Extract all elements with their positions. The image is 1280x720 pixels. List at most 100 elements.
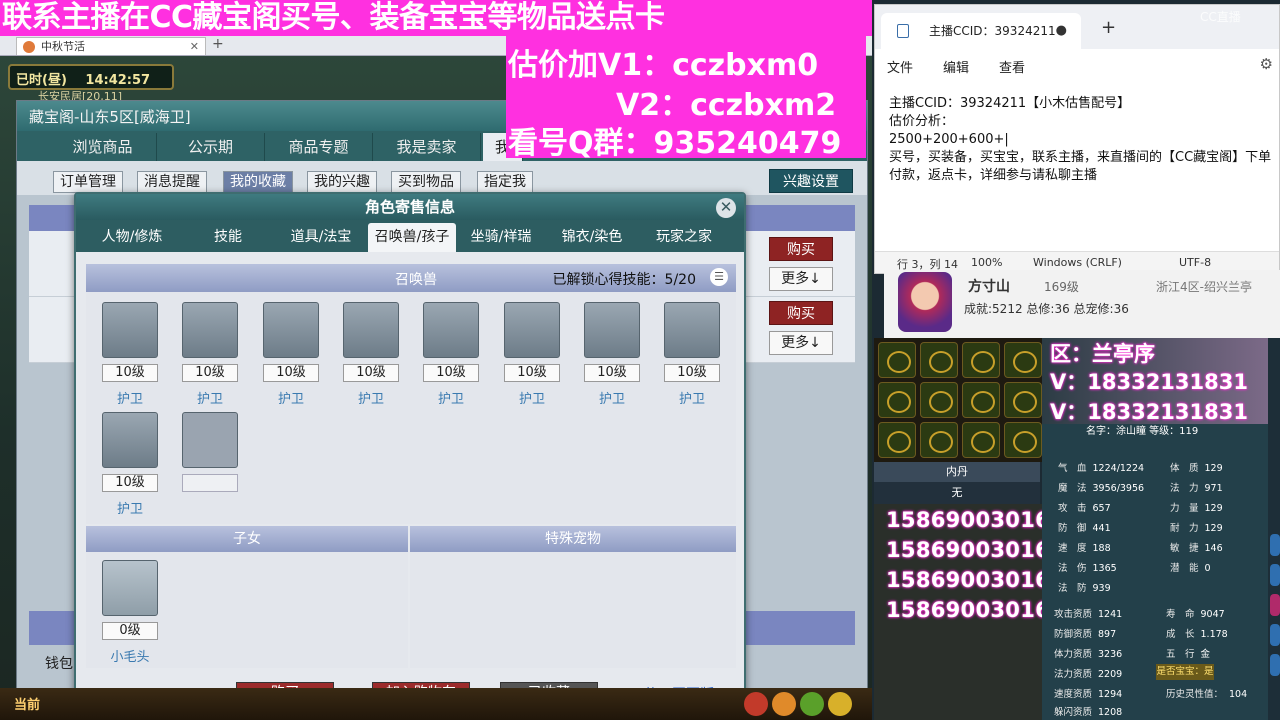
quality-value: 2209 (1098, 669, 1123, 680)
cc-logo-icon: CC直播 (1073, 49, 1238, 95)
tab-items[interactable]: 道具/法宝 (278, 223, 364, 252)
tab-pets[interactable]: 召唤兽/孩子 (368, 223, 456, 252)
row-more-button[interactable]: 更多↓ (769, 331, 833, 355)
promo-contact-box: 估价加V1：cczbxm0 V2：cczbxm2 看号Q群：935240479 (506, 36, 866, 161)
stat-key: 气 血 (1058, 463, 1087, 474)
tab-mounts[interactable]: 坐骑/祥瑞 (460, 223, 542, 252)
sub-assigned[interactable]: 指定我 (477, 171, 533, 193)
nav-seller[interactable]: 我是卖家 (373, 133, 481, 161)
sub-bought[interactable]: 买到物品 (391, 171, 461, 193)
pet-portrait[interactable] (584, 302, 640, 358)
tab-role[interactable]: 人物/修炼 (86, 223, 178, 252)
skill-icon[interactable] (1270, 624, 1280, 646)
skill-icon[interactable] (1270, 534, 1280, 556)
game-browser-tab[interactable]: 中秋节活 ✕ (16, 37, 206, 55)
quality-row: 成 长 1.178 (1166, 626, 1228, 640)
row-more-button[interactable]: 更多↓ (769, 267, 833, 291)
equipment-slot[interactable] (1004, 342, 1042, 378)
stat-key: 法 防 (1058, 583, 1087, 594)
skill-icon[interactable] (1270, 564, 1280, 586)
pet-card[interactable]: 10级 护卫 (182, 302, 240, 407)
skill-icon[interactable] (1270, 594, 1280, 616)
equipment-slot[interactable] (920, 422, 958, 458)
stat-key: 法 力 (1170, 483, 1199, 494)
menu-view[interactable]: 查看 (999, 57, 1025, 76)
sub-interests[interactable]: 我的兴趣 (307, 171, 377, 193)
equipment-slot[interactable] (962, 422, 1000, 458)
pet-card[interactable]: 10级 护卫 (504, 302, 562, 407)
skill-icon[interactable] (1270, 654, 1280, 676)
equipment-slot[interactable] (1004, 382, 1042, 418)
quality-row: 五 行金 (1166, 646, 1210, 660)
quality-key: 攻击资质 (1054, 609, 1093, 620)
pet-card[interactable]: 10级 护卫 (423, 302, 481, 407)
fireball-icon[interactable] (772, 692, 796, 716)
history-label: 历史灵性值： (1166, 689, 1224, 700)
child-card[interactable]: 0级 小毛头 (102, 560, 160, 665)
pet-portrait[interactable] (343, 302, 399, 358)
equipment-slot[interactable] (920, 382, 958, 418)
pet-portrait[interactable] (263, 302, 319, 358)
equipment-slot[interactable] (878, 382, 916, 418)
equipment-slot[interactable] (920, 342, 958, 378)
tab-skills[interactable]: 技能 (182, 223, 274, 252)
coin-icon[interactable] (828, 692, 852, 716)
pet-name: 护卫 (518, 392, 545, 407)
close-icon[interactable]: ✕ (190, 38, 199, 55)
right-skill-strip (1268, 338, 1280, 720)
pet-card[interactable]: 10级 护卫 (664, 302, 722, 407)
tab-home[interactable]: 玩家之家 (640, 223, 728, 252)
current-channel-label[interactable]: 当前 (14, 694, 40, 713)
equipment-slot[interactable] (878, 422, 916, 458)
new-tab-icon[interactable]: + (1101, 17, 1116, 38)
game-window: 中秋节活 ✕ + 已时(昼) 14:42:57 长安民居[20,11] 藏宝阁-… (0, 0, 872, 720)
nav-public[interactable]: 公示期 (157, 133, 265, 161)
pet-portrait[interactable] (182, 302, 238, 358)
row-buy-button[interactable]: 购买 (769, 237, 833, 261)
list-icon[interactable]: ☰ (710, 268, 728, 286)
notepad-tab[interactable]: 主播CCID：39324211 ● (881, 13, 1081, 49)
text-line: 2500+200+600+| (889, 132, 1009, 147)
avatar[interactable] (898, 272, 952, 332)
equipment-slot[interactable] (962, 382, 1000, 418)
pet-card[interactable]: 10级 护卫 (102, 302, 160, 407)
pet-portrait[interactable] (504, 302, 560, 358)
child-portrait[interactable] (102, 560, 158, 616)
sub-messages[interactable]: 消息提醒 (137, 171, 207, 193)
tab-outfits[interactable]: 锦衣/染色 (550, 223, 634, 252)
text-line: 买号，买装备，买宝宝，联系主播，来直播间的【CC藏宝阁】下单付款，返点卡，详细参… (889, 150, 1272, 183)
pet-level: 10级 (102, 474, 158, 492)
equipment-slot[interactable] (1004, 422, 1042, 458)
sub-orders[interactable]: 订单管理 (53, 171, 123, 193)
nav-browse[interactable]: 浏览商品 (49, 133, 157, 161)
pet-card[interactable]: 10级 护卫 (102, 412, 160, 517)
region-text: 区：兰亭序 (1050, 342, 1155, 366)
notepad-text-area[interactable]: 主播CCID：39324211【小木估售配号】 估价分析： 2500+200+6… (889, 95, 1273, 185)
equipment-slot[interactable] (962, 342, 1000, 378)
sub-favorites[interactable]: 我的收藏 (223, 171, 293, 193)
gift-icon[interactable] (744, 692, 768, 716)
pet-card[interactable]: 10级 护卫 (263, 302, 321, 407)
pet-portrait[interactable] (423, 302, 479, 358)
promo-banner-text: 联系主播在CC藏宝阁买号、装备宝宝等物品送点卡 (2, 0, 665, 35)
pet-card[interactable]: 10级 护卫 (584, 302, 642, 407)
game-tab-label: 中秋节活 (41, 40, 85, 53)
unsaved-dot-icon[interactable]: ● (1056, 13, 1067, 49)
pet-portrait[interactable] (102, 302, 158, 358)
pet-portrait[interactable] (102, 412, 158, 468)
close-icon[interactable]: ✕ (716, 198, 736, 218)
gourd-icon[interactable] (800, 692, 824, 716)
nav-topics[interactable]: 商品专题 (265, 133, 373, 161)
role-sale-dialog: 角色寄售信息 ✕ 人物/修炼 技能 道具/法宝 召唤兽/孩子 坐骑/祥瑞 锦衣/… (74, 192, 746, 714)
new-tab-icon[interactable]: + (212, 36, 224, 52)
pet-portrait[interactable] (664, 302, 720, 358)
menu-edit[interactable]: 编辑 (943, 57, 969, 76)
phone-overlay: 15869003016 15869003016 15869003016 1586… (874, 504, 1050, 720)
pet-card[interactable]: 10级 护卫 (343, 302, 401, 407)
interest-settings-button[interactable]: 兴趣设置 (769, 169, 853, 193)
menu-file[interactable]: 文件 (887, 57, 913, 76)
equipment-slot[interactable] (878, 342, 916, 378)
row-buy-button[interactable]: 购买 (769, 301, 833, 325)
quality-key: 五 行 (1166, 649, 1195, 660)
child-level: 0级 (102, 622, 158, 640)
